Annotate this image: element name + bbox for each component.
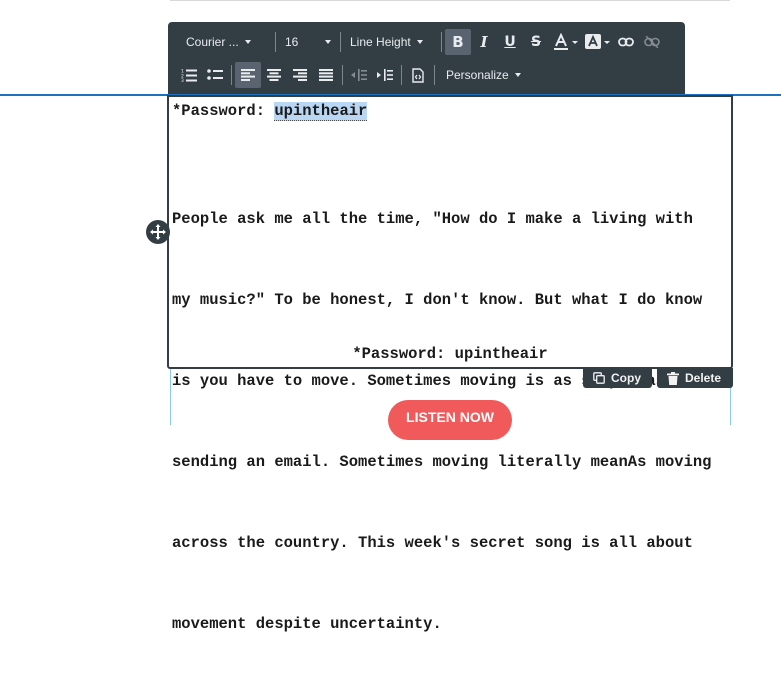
highlight-color-icon <box>585 34 601 49</box>
outdent-icon <box>351 69 367 81</box>
align-left-button[interactable] <box>235 62 261 88</box>
paragraph-line: across the country. This week's secret s… <box>172 534 693 552</box>
paragraph-line: my music?" To be honest, I don't know. B… <box>172 291 703 309</box>
paragraph-line: sending an email. Sometimes moving liter… <box>172 453 712 471</box>
text-color-icon <box>554 33 568 50</box>
underline-button[interactable]: U <box>497 29 523 55</box>
indent-icon <box>377 69 393 81</box>
listen-now-button[interactable]: LISTEN NOW <box>388 400 512 440</box>
decrease-indent-button[interactable] <box>346 62 372 88</box>
chevron-down-icon <box>244 40 251 44</box>
toolbar-separator <box>401 65 402 85</box>
paragraph-line: People ask me all the time, "How do I ma… <box>172 210 693 228</box>
underline-icon: U <box>504 34 516 50</box>
align-right-icon <box>293 69 307 81</box>
password-label: *Password: <box>172 102 275 120</box>
align-center-button[interactable] <box>261 62 287 88</box>
align-center-icon <box>267 69 281 81</box>
align-justify-button[interactable] <box>313 62 339 88</box>
trash-icon <box>667 371 679 385</box>
link-icon <box>618 37 634 47</box>
chevron-down-icon <box>604 40 610 44</box>
toolbar-separator <box>441 32 442 52</box>
align-left-icon <box>241 69 255 81</box>
bold-button[interactable]: B <box>445 29 471 55</box>
font-family-value: Courier ... <box>186 35 239 49</box>
italic-button[interactable]: I <box>471 29 497 55</box>
strikethrough-button[interactable]: S <box>523 29 549 55</box>
move-arrows-icon <box>150 224 166 240</box>
text-color-button[interactable] <box>549 29 581 55</box>
delete-button[interactable]: Delete <box>657 368 733 388</box>
toolbar-separator <box>275 32 276 52</box>
align-right-button[interactable] <box>287 62 313 88</box>
bullet-list-button[interactable] <box>202 62 228 88</box>
delete-label: Delete <box>685 371 722 385</box>
copy-button[interactable]: Copy <box>583 368 652 388</box>
toolbar-separator <box>434 65 435 85</box>
italic-icon: I <box>480 33 488 51</box>
numbered-list-button[interactable]: 1 2 3 <box>176 62 202 88</box>
svg-text:3: 3 <box>181 78 184 82</box>
chevron-down-icon <box>572 40 578 44</box>
copy-icon <box>593 372 605 384</box>
numbered-list-icon: 1 2 3 <box>181 69 197 82</box>
bullet-list-icon <box>207 69 223 80</box>
listen-now-label: LISTEN NOW <box>406 409 494 425</box>
password-line: *Password: upintheair <box>172 98 368 125</box>
text-editor-area[interactable]: *Password: upintheair People ask me all … <box>167 95 733 633</box>
password-centered-line: *Password: upintheair <box>352 345 548 363</box>
insert-link-button[interactable] <box>613 29 639 55</box>
strikethrough-icon: S <box>530 34 542 50</box>
line-height-label: Line Height <box>350 35 411 49</box>
section-top-divider <box>170 0 730 1</box>
personalize-label: Personalize <box>446 68 509 82</box>
highlight-color-button[interactable] <box>581 29 613 55</box>
paragraph-line: movement despite uncertainty. <box>172 615 442 633</box>
source-code-button[interactable] <box>405 62 431 88</box>
font-size-value: 16 <box>285 35 299 49</box>
copy-label: Copy <box>611 371 641 385</box>
code-file-icon <box>412 67 424 83</box>
font-family-select[interactable]: Courier ... <box>168 30 272 54</box>
drag-handle[interactable] <box>146 220 170 244</box>
toolbar-separator <box>340 32 341 52</box>
toolbar-separator <box>342 65 343 85</box>
chevron-down-icon <box>416 40 423 44</box>
bold-icon: B <box>452 33 464 51</box>
unlink-icon <box>644 36 660 48</box>
chevron-down-icon <box>325 40 331 44</box>
line-height-select[interactable]: Line Height <box>344 30 438 54</box>
align-justify-icon <box>319 69 333 81</box>
personalize-dropdown[interactable]: Personalize <box>438 63 527 87</box>
password-value-selected[interactable]: upintheair <box>274 102 368 121</box>
remove-link-button[interactable] <box>639 29 665 55</box>
chevron-down-icon <box>514 73 521 77</box>
font-size-select[interactable]: 16 <box>279 30 337 54</box>
toolbar-separator <box>231 65 232 85</box>
increase-indent-button[interactable] <box>372 62 398 88</box>
text-format-toolbar: Courier ... 16 Line Height B I U S 1 2 3… <box>168 22 685 94</box>
